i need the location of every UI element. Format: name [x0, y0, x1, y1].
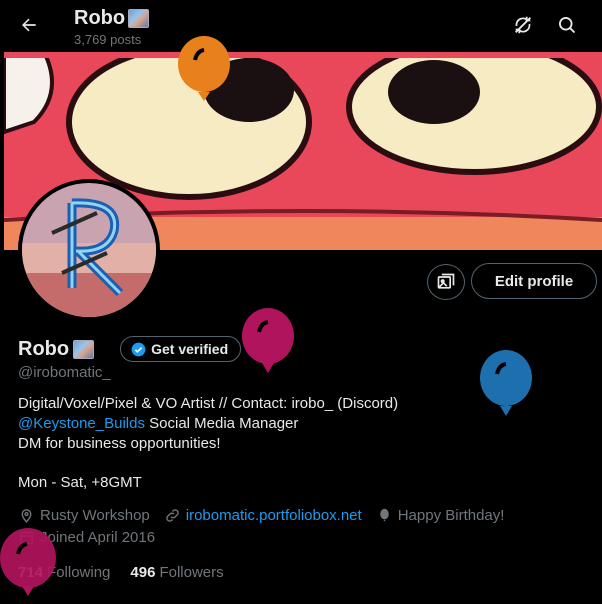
bio-schedule: Mon - Sat, +8GMT [18, 474, 142, 491]
arrow-left-icon [22, 18, 36, 32]
edit-profile-button[interactable]: Edit profile [471, 263, 597, 299]
top-bar: Robo 3,769 posts [0, 0, 602, 52]
avatar-art [22, 183, 156, 317]
profile-bio: Digital/Voxel/Pixel & VO Artist // Conta… [18, 394, 398, 454]
link-icon [165, 509, 179, 522]
location-item: Rusty Workshop [18, 507, 150, 524]
followers-link[interactable]: 496 Followers [130, 564, 223, 581]
orange-balloon [178, 36, 230, 101]
header-title-block: Robo 3,769 posts [74, 6, 150, 47]
page-title: Robo [74, 6, 150, 30]
verified-badge-icon [131, 342, 146, 356]
followers-label: Followers [159, 564, 224, 581]
back-button[interactable] [14, 10, 44, 40]
blue-balloon [480, 350, 532, 416]
location-text: Rusty Workshop [40, 507, 150, 524]
birthday-item: Happy Birthday! [376, 507, 505, 524]
get-verified-button[interactable]: Get verified [120, 336, 242, 362]
magenta-balloon [242, 308, 294, 373]
get-verified-label: Get verified [151, 341, 229, 357]
bio-line-2-text: Social Media Manager [144, 415, 299, 432]
profile-handle: @irobomatic_ [18, 364, 111, 381]
picture-emoji-icon [128, 8, 150, 28]
followers-count: 496 [130, 564, 156, 581]
search-icon [559, 17, 576, 34]
birthday-text: Happy Birthday! [397, 507, 505, 524]
page-title-text: Robo [74, 7, 126, 29]
profile-meta: Rusty Workshop irobomatic.portfoliobox.n… [18, 507, 518, 524]
sync-off-icon [515, 16, 531, 34]
avatar-frame [18, 179, 160, 321]
bio-line-2: @Keystone_Builds Social Media Manager [18, 414, 398, 434]
website-link[interactable]: irobomatic.portfoliobox.net [186, 507, 362, 524]
photo-gallery-button[interactable] [427, 264, 465, 300]
magenta-balloon-bottom [0, 528, 56, 596]
mention-link[interactable]: @Keystone_Builds [18, 415, 145, 432]
website-item: irobomatic.portfoliobox.net [164, 507, 362, 524]
post-count: 3,769 posts [74, 32, 142, 47]
profile-name: Robo [18, 337, 70, 360]
picture-emoji-icon [73, 339, 95, 359]
profile-name-row: Robo Get verified [18, 336, 242, 362]
avatar[interactable] [22, 183, 156, 317]
location-pin-icon [21, 509, 32, 523]
sync-off-button[interactable] [510, 12, 536, 38]
bio-line-3: DM for business opportunities! [18, 435, 221, 452]
bio-line-1: Digital/Voxel/Pixel & VO Artist // Conta… [18, 395, 399, 412]
search-button[interactable] [554, 12, 580, 38]
photo-gallery-icon [437, 273, 455, 289]
balloon-icon [379, 508, 389, 522]
